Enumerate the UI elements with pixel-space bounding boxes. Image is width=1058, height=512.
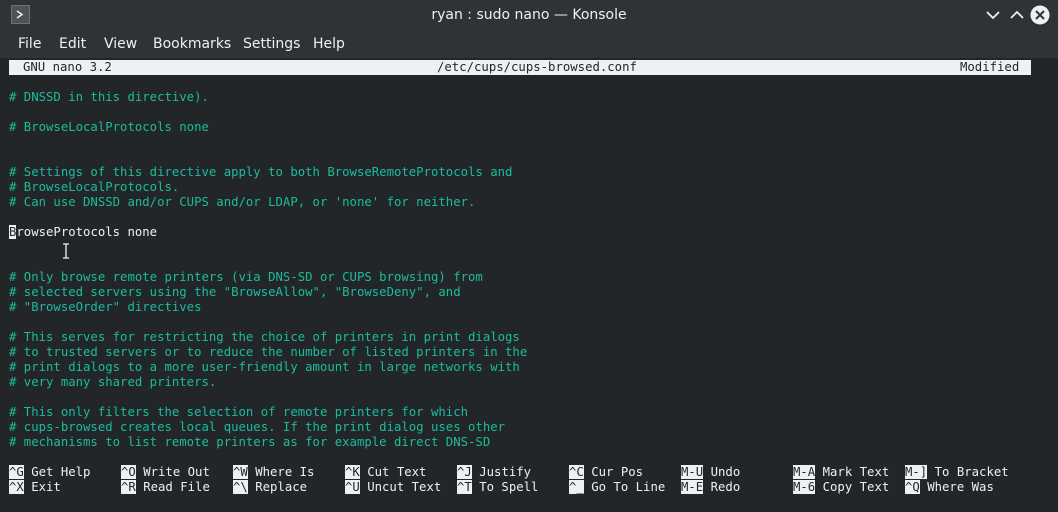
- shortcut-label: Write Out: [143, 465, 210, 479]
- shortcut-item: ^W Where Is: [233, 465, 314, 480]
- shortcut-item: ^K Cut Text: [345, 465, 426, 480]
- shortcut-key: ^T: [457, 480, 472, 494]
- shortcut-label: Where Is: [255, 465, 315, 479]
- editor-comment-line: # DNSSD in this directive).: [9, 90, 209, 104]
- menu-bookmarks[interactable]: Bookmarks: [153, 30, 231, 59]
- code-text: rowseProtocols none: [16, 225, 158, 239]
- editor-comment-line: # Settings of this directive apply to bo…: [9, 165, 513, 179]
- menu-file[interactable]: File: [18, 30, 41, 59]
- shortcut-key: M-6: [793, 480, 816, 494]
- chevron-down-icon: [986, 11, 1000, 20]
- shortcut-item: ^C Cur Pos: [569, 465, 643, 480]
- shortcut-label: Cut Text: [367, 465, 427, 479]
- editor-comment-line: # selected servers using the "BrowseAllo…: [9, 285, 461, 299]
- shortcut-key: ^G: [9, 465, 24, 479]
- shortcut-key: ^X: [9, 480, 24, 494]
- close-button[interactable]: [1030, 5, 1050, 25]
- editor-comment-line: # BrowseLocalProtocols none: [9, 120, 209, 134]
- shortcut-item: ^X Exit: [9, 480, 61, 495]
- shortcut-label: Go To Line: [591, 480, 666, 494]
- shortcut-item: M-E Redo: [681, 480, 740, 495]
- menu-help[interactable]: Help: [313, 30, 345, 59]
- window-title: ryan : sudo nano — Konsole: [431, 7, 627, 23]
- shortcut-label: Exit: [31, 480, 61, 494]
- shortcut-item: M-] To Bracket: [905, 465, 1009, 480]
- shortcut-label: Read File: [143, 480, 210, 494]
- editor-comment-line: # very many shared printers.: [9, 375, 217, 389]
- window-titlebar: ryan : sudo nano — Konsole: [0, 0, 1058, 30]
- text-cursor-icon: [63, 243, 69, 259]
- editor-comment-line: # This only filters the selection of rem…: [9, 405, 469, 419]
- shortcut-key: ^_: [569, 480, 584, 494]
- shortcut-key: ^O: [121, 465, 136, 479]
- shortcut-key: ^W: [233, 465, 248, 479]
- shortcut-key: M-U: [681, 465, 704, 479]
- editor-comment-line: # Can use DNSSD and/or CUPS and/or LDAP,…: [9, 195, 476, 209]
- minimize-button[interactable]: [983, 5, 1003, 25]
- shortcut-label: Copy Text: [822, 480, 890, 494]
- editor-comment-line: # "BrowseOrder" directives: [9, 300, 202, 314]
- shortcut-item: ^_ Go To Line: [569, 480, 665, 495]
- shortcut-label: Cur Pos: [591, 465, 644, 479]
- shortcut-item: ^Q Where Was: [905, 480, 994, 495]
- shortcut-item: ^G Get Help: [9, 465, 90, 480]
- editor-comment-line: # Only browse remote printers (via DNS-S…: [9, 270, 483, 284]
- editor-comment-line: # BrowseLocalProtocols.: [9, 180, 180, 194]
- close-icon: [1030, 5, 1050, 25]
- shortcut-item: M-A Mark Text: [793, 465, 889, 480]
- shortcut-key: M-A: [793, 465, 816, 479]
- shortcut-item: ^R Read File: [121, 480, 210, 495]
- shortcut-label: Get Help: [31, 465, 91, 479]
- shortcut-item: ^\ Replace: [233, 480, 307, 495]
- shortcut-label: Undo: [710, 465, 741, 479]
- shortcut-key: ^K: [345, 465, 360, 479]
- nano-version: GNU nano 3.2: [23, 60, 112, 74]
- editor-code-line: BrowseProtocols none: [9, 225, 157, 240]
- nano-status: Modified: [960, 60, 1020, 74]
- shortcut-item: ^U Uncut Text: [345, 480, 441, 495]
- nano-header-bar: GNU nano 3.2 /etc/cups/cups-browsed.conf…: [9, 60, 1031, 75]
- menu-view[interactable]: View: [104, 30, 137, 59]
- shortcut-label: Justify: [479, 465, 532, 479]
- nano-filename: /etc/cups/cups-browsed.conf: [437, 60, 637, 74]
- shortcut-item: M-U Undo: [681, 465, 740, 480]
- shortcut-label: Where Was: [927, 480, 994, 494]
- terminal-area[interactable]: GNU nano 3.2 /etc/cups/cups-browsed.conf…: [0, 58, 1058, 512]
- chevron-up-icon: [1010, 10, 1024, 19]
- shortcut-key: ^U: [345, 480, 360, 494]
- shortcut-label: Redo: [710, 480, 741, 494]
- shortcut-key: ^Q: [905, 480, 920, 494]
- shortcut-key: ^C: [569, 465, 584, 479]
- shortcut-key: M-E: [681, 480, 704, 494]
- menu-settings[interactable]: Settings: [243, 30, 300, 59]
- shortcut-label: Mark Text: [822, 465, 890, 479]
- shortcut-item: ^T To Spell: [457, 480, 538, 495]
- shortcut-label: Uncut Text: [367, 480, 442, 494]
- maximize-button[interactable]: [1007, 5, 1027, 25]
- editor-comment-line: # cups-browsed creates local queues. If …: [9, 420, 506, 434]
- editor-comment-line: # to trusted servers or to reduce the nu…: [9, 345, 528, 359]
- shortcut-item: ^J Justify: [457, 465, 531, 480]
- editor-comment-line: # print dialogs to a more user-friendly …: [9, 360, 520, 374]
- shortcut-item: ^O Write Out: [121, 465, 210, 480]
- shortcut-key: ^R: [121, 480, 136, 494]
- shortcut-label: Replace: [255, 480, 308, 494]
- shortcut-key: ^\: [233, 480, 248, 494]
- shortcut-key: M-]: [905, 465, 928, 479]
- menubar: File Edit View Bookmarks Settings Help: [0, 30, 1058, 58]
- shortcut-label: To Spell: [479, 480, 539, 494]
- shortcut-label: To Bracket: [934, 465, 1009, 479]
- shortcut-item: M-6 Copy Text: [793, 480, 889, 495]
- shortcut-key: ^J: [457, 465, 472, 479]
- menu-edit[interactable]: Edit: [59, 30, 86, 59]
- editor-comment-line: # This serves for restricting the choice…: [9, 330, 520, 344]
- editor-comment-line: # mechanisms to list remote printers as …: [9, 435, 491, 449]
- terminal-scrollbar[interactable]: [1039, 120, 1045, 500]
